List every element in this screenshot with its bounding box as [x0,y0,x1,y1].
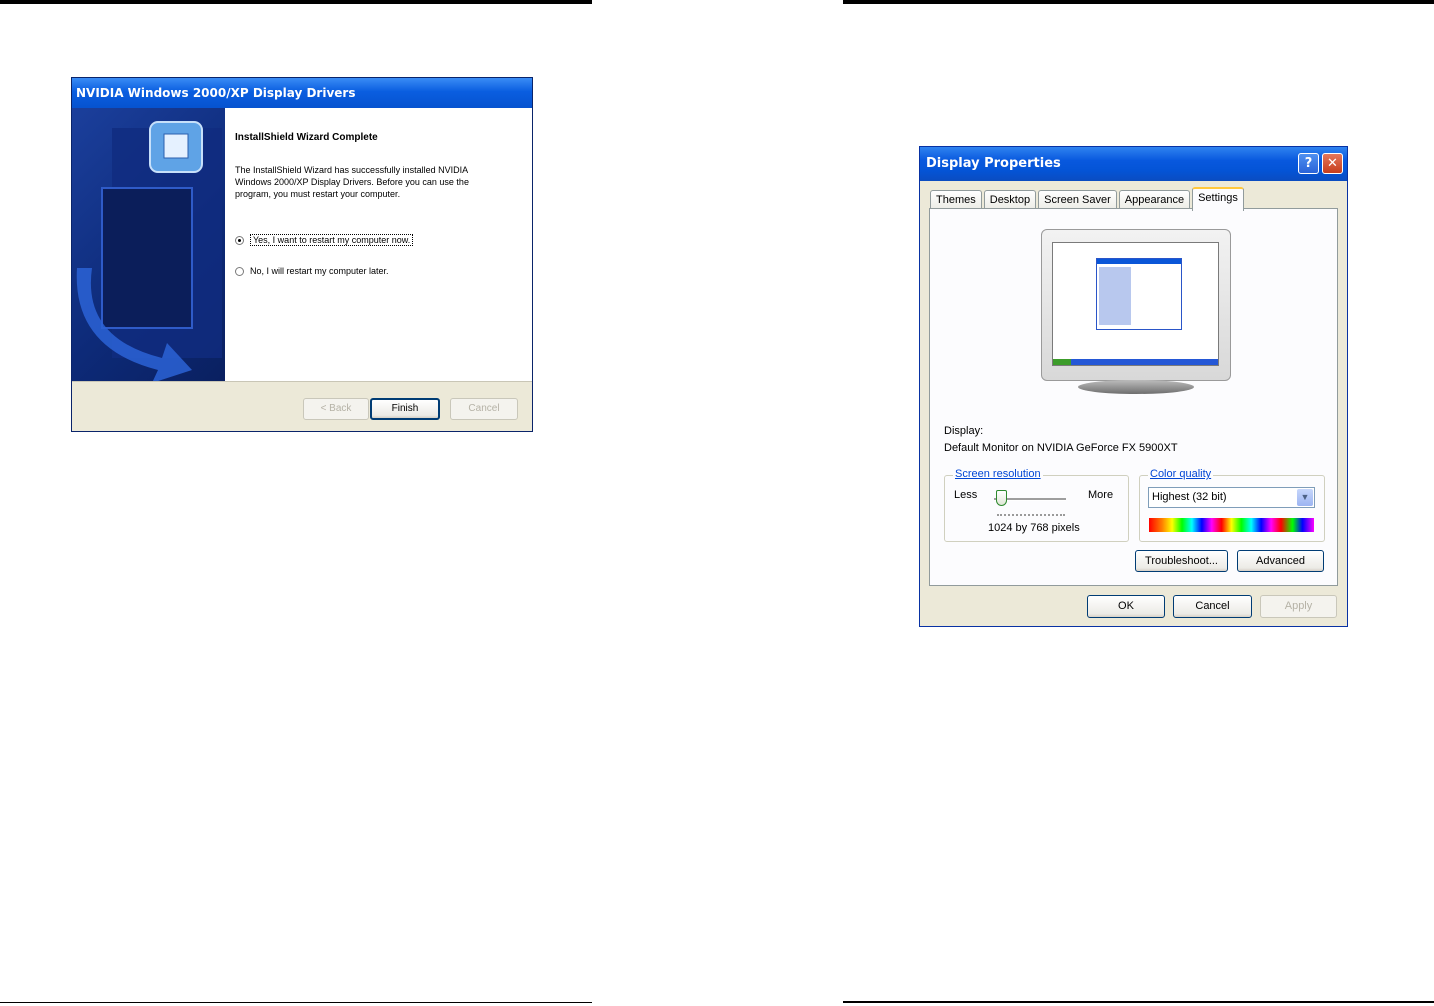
finish-button[interactable]: Finish [370,398,440,420]
cancel-button[interactable]: Cancel [1173,595,1252,618]
tab-settings[interactable]: Settings [1192,187,1244,211]
chevron-down-icon[interactable]: ▼ [1297,489,1313,506]
bottom-rule-left [0,1002,592,1003]
resolution-value: 1024 by 768 pixels [988,522,1080,534]
monitor-screen [1052,242,1219,366]
tab-desktop[interactable]: Desktop [983,190,1037,210]
display-value: Default Monitor on NVIDIA GeForce FX 590… [944,442,1178,454]
advanced-button[interactable]: Advanced [1237,550,1324,572]
color-quality-select[interactable]: Highest (32 bit) ▼ [1148,487,1315,508]
resolution-less-label: Less [954,489,978,501]
resolution-more-label: More [1088,489,1114,501]
preview-window [1096,258,1182,330]
monitor-bezel [1041,229,1231,381]
wizard-button-bar: < Back Finish Cancel [72,381,532,431]
ok-button[interactable]: OK [1087,595,1165,618]
tab-themes[interactable]: Themes [930,190,982,210]
display-properties-title: Display Properties [920,147,1347,181]
preview-start-button [1053,359,1071,365]
cancel-button[interactable]: Cancel [450,398,518,420]
installshield-banner-art [76,121,222,381]
settings-panel: Display: Default Monitor on NVIDIA GeFor… [929,208,1338,586]
restart-later-label: No, I will restart my computer later. [250,266,389,276]
tab-strip: Themes Desktop Screen Saver Appearance S… [930,187,1246,211]
preview-taskbar [1053,359,1218,365]
color-quality-group: Color quality Highest (32 bit) ▼ [1139,468,1325,542]
tab-screen-saver[interactable]: Screen Saver [1038,190,1117,210]
monitor-preview [1041,229,1231,394]
display-label: Display: [944,425,984,437]
display-properties-window: Display Properties ? ✕ Themes Desktop Sc… [919,146,1348,627]
monitor-stand [1078,380,1194,394]
restart-later-radio[interactable] [235,266,244,276]
restart-now-radio[interactable] [235,235,244,245]
wizard-heading: InstallShield Wizard Complete [235,132,378,143]
restart-now-label: Yes, I want to restart my computer now. [250,234,414,246]
top-rule-right [843,0,1434,4]
help-button[interactable]: ? [1298,153,1319,174]
restart-later-option[interactable]: No, I will restart my computer later. [235,266,389,276]
preview-window-sidebar [1099,267,1131,325]
troubleshoot-button[interactable]: Troubleshoot... [1135,550,1228,572]
wizard-side-banner [72,108,225,381]
wizard-content: InstallShield Wizard Complete The Instal… [225,108,532,381]
tab-appearance[interactable]: Appearance [1118,190,1191,210]
bottom-rule-right [843,1001,1434,1003]
restart-now-option[interactable]: Yes, I want to restart my computer now. [235,234,414,246]
screen-resolution-group: Screen resolution Less More 1024 by 768 … [944,468,1129,542]
resolution-slider-thumb[interactable] [996,490,1007,506]
color-quality-value: Highest (32 bit) [1152,491,1227,503]
color-spectrum-bar [1149,518,1314,532]
wizard-body-text: The InstallShield Wizard has successfull… [235,165,469,199]
apply-button[interactable]: Apply [1260,595,1337,618]
resolution-slider-ticks [997,514,1065,518]
preview-window-titlebar [1097,259,1181,264]
color-quality-title: Color quality [1148,468,1214,480]
installshield-wizard-window: NVIDIA Windows 2000/XP Display Drivers I… [71,77,533,432]
screen-resolution-title: Screen resolution [953,468,1043,480]
top-rule-left [0,0,592,4]
close-button[interactable]: ✕ [1322,153,1343,174]
wizard-title: NVIDIA Windows 2000/XP Display Drivers [72,78,532,108]
back-button[interactable]: < Back [303,398,369,420]
